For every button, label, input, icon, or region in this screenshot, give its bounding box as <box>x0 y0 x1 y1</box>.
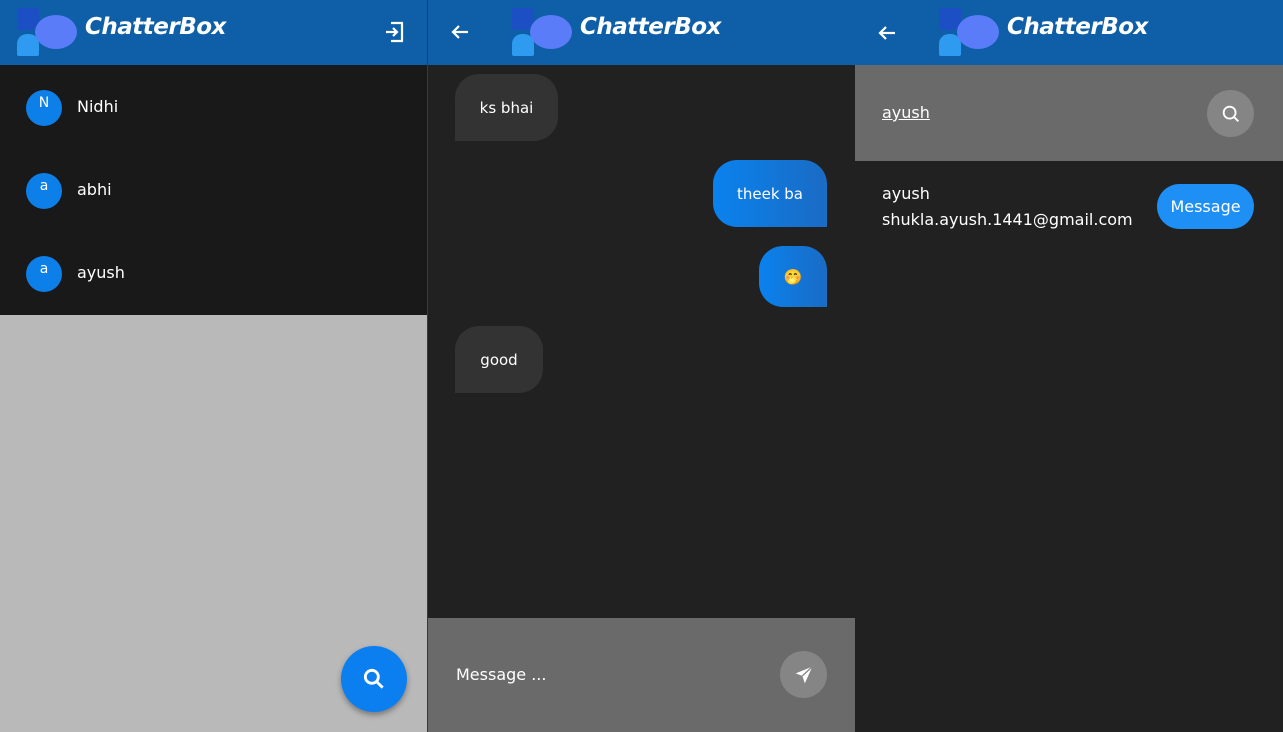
user-list-item[interactable]: a ayush <box>0 231 427 314</box>
app-title: ChatterBox <box>1007 14 1148 40</box>
avatar: N <box>26 90 62 126</box>
home-screen: ChatterBox N Nidhi a abhi a ayush <box>0 0 427 732</box>
user-list-item[interactable]: N Nidhi <box>0 65 427 148</box>
app-bar: ChatterBox <box>0 0 427 65</box>
result-user-name: ayush <box>882 184 930 203</box>
search-button[interactable] <box>1207 90 1254 137</box>
app-bar: ChatterBox <box>428 0 855 65</box>
app-title: ChatterBox <box>85 14 226 40</box>
send-icon <box>795 665 813 683</box>
search-fab-button[interactable] <box>341 646 407 712</box>
search-icon <box>1222 105 1239 122</box>
user-name: abhi <box>77 180 112 199</box>
search-input[interactable]: ayush <box>882 103 930 122</box>
message-bubble-sent: 🤭 <box>759 246 827 307</box>
user-name: ayush <box>77 263 125 282</box>
app-logo-icon <box>512 8 574 58</box>
avatar: a <box>26 256 62 292</box>
app-bar: ChatterBox <box>855 0 1283 65</box>
search-icon <box>363 668 384 689</box>
message-composer: Message ... <box>428 618 855 732</box>
logout-button[interactable] <box>374 12 414 52</box>
back-button[interactable] <box>440 12 480 52</box>
user-list-item[interactable]: a abhi <box>0 148 427 231</box>
result-user-email: shukla.ayush.1441@gmail.com <box>882 210 1133 229</box>
back-arrow-icon <box>878 26 895 40</box>
chat-screen: ChatterBox ks bhai theek ba 🤭 good Messa… <box>428 0 855 732</box>
user-name: Nidhi <box>77 97 119 116</box>
back-arrow-icon <box>451 25 468 39</box>
search-bar: ayush <box>855 65 1283 161</box>
message-bubble-sent: theek ba <box>713 160 827 227</box>
app-title: ChatterBox <box>580 14 721 40</box>
message-input[interactable]: Message ... <box>456 665 756 687</box>
logout-icon <box>386 21 404 43</box>
message-button[interactable]: Message <box>1157 184 1254 229</box>
user-list: N Nidhi a abhi a ayush <box>0 65 427 315</box>
app-logo-icon <box>17 8 79 58</box>
message-bubble-received: good <box>455 326 543 393</box>
back-button[interactable] <box>867 13 907 53</box>
avatar: a <box>26 173 62 209</box>
search-screen: ChatterBox ayush ayush shukla.ayush.1441… <box>855 0 1283 732</box>
app-logo-icon <box>939 8 1001 58</box>
send-button[interactable] <box>780 651 827 698</box>
message-bubble-received: ks bhai <box>455 74 558 141</box>
